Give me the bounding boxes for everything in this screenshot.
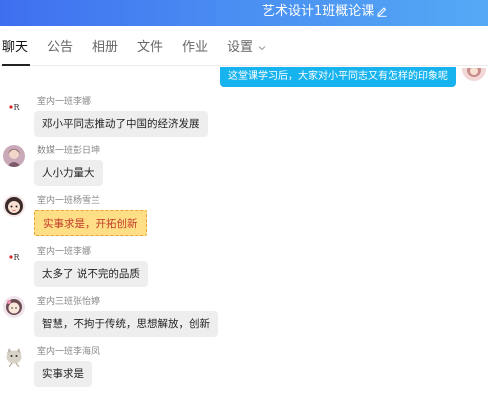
logo-avatar-icon: R (3, 96, 25, 118)
chevron-down-icon[interactable] (257, 43, 267, 53)
my-message-bubble: 这堂课学习后，大家对小平同志又有怎样的印象呢 (220, 67, 456, 87)
avatar[interactable] (3, 296, 25, 318)
logo-avatar-icon: R (3, 246, 25, 268)
app-header: 艺术设计1班概论课 (0, 0, 488, 26)
cartoon-avatar-icon (3, 195, 25, 217)
tab-bar: 聊天 公告 相册 文件 作业 设置 (0, 26, 488, 66)
chat-area[interactable]: 这堂课学习后，大家对小平同志又有怎样的印象呢 R 室内一班李娜 邓小平同志推动了… (0, 67, 488, 394)
message-text: 人小力量大 (34, 160, 103, 186)
list-item: 室内三班张怡婷 智慧，不拘于传统，思想解放，创新 (0, 296, 300, 346)
avatar[interactable] (3, 346, 25, 368)
avatar[interactable] (3, 145, 25, 167)
list-item: 室内一班杨雪兰 实事求是，开拓创新 (0, 195, 300, 245)
tab-homework[interactable]: 作业 (182, 39, 208, 57)
sender-name: 室内三班张怡婷 (37, 297, 101, 307)
cat-avatar-icon (3, 346, 25, 368)
tab-album[interactable]: 相册 (92, 39, 118, 57)
my-avatar (462, 67, 486, 81)
girl-avatar-icon (3, 296, 25, 318)
photo-avatar-icon (3, 145, 25, 167)
avatar[interactable]: R (3, 246, 25, 268)
list-item: R 室内一班李娜 太多了 说不完的品质 (0, 246, 300, 296)
sender-name: 数媒一班彭日坤 (37, 146, 101, 156)
message-text: 智慧，不拘于传统，思想解放，创新 (34, 311, 218, 337)
edit-pencil-icon[interactable] (376, 5, 388, 17)
sender-name: 室内一班李海凤 (37, 347, 101, 357)
list-item: 室内一班李海凤 实事求是 (0, 346, 300, 394)
message-text: 邓小平同志推动了中国的经济发展 (34, 111, 208, 137)
sender-name: 室内一班杨雪兰 (37, 196, 101, 206)
svg-text:R: R (14, 103, 21, 112)
list-item: 数媒一班彭日坤 人小力量大 (0, 145, 300, 195)
message-text: 实事求是 (34, 361, 92, 387)
tab-settings[interactable]: 设置 (227, 39, 253, 57)
group-title: 艺术设计1班概论课 (262, 4, 375, 19)
tab-files[interactable]: 文件 (137, 39, 163, 57)
avatar[interactable]: R (3, 96, 25, 118)
photo-avatar-icon (462, 67, 486, 81)
message-text: 太多了 说不完的品质 (34, 261, 148, 287)
avatar[interactable] (3, 195, 25, 217)
active-tab-indicator (2, 64, 30, 66)
svg-text:R: R (14, 253, 21, 262)
list-item: R 室内一班李娜 邓小平同志推动了中国的经济发展 (0, 96, 300, 146)
sender-name: 室内一班李娜 (37, 247, 92, 257)
sender-name: 室内一班李娜 (37, 97, 92, 107)
tab-chat[interactable]: 聊天 (2, 39, 28, 57)
tab-announcement[interactable]: 公告 (47, 39, 73, 57)
message-text: 实事求是，开拓创新 (34, 210, 147, 236)
